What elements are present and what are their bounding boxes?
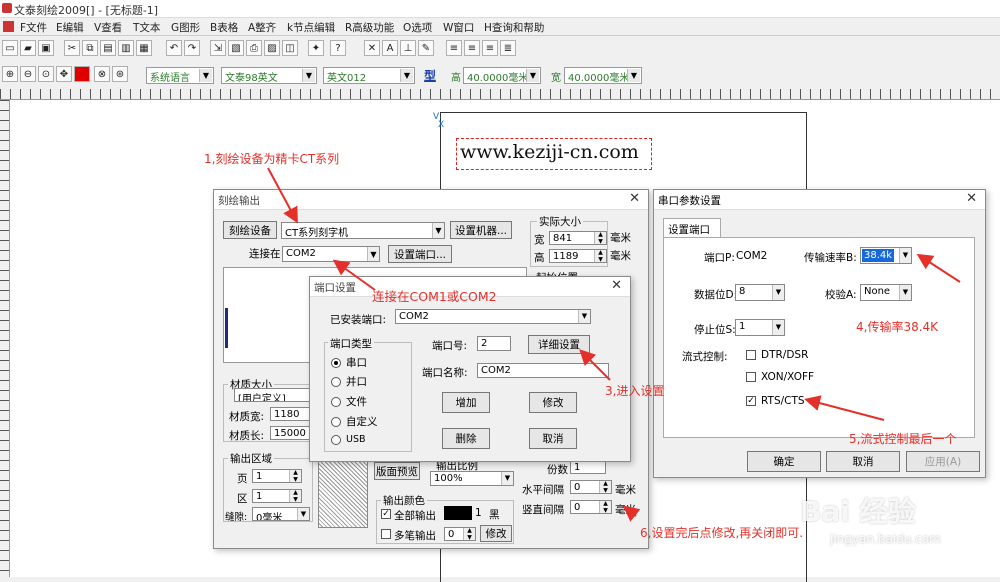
annotation-step-2: 连接在COM1或COM2 <box>372 289 497 304</box>
annotation-step-3: 3,进入设置 <box>605 384 665 398</box>
arrow-3 <box>579 349 611 381</box>
arrow-5 <box>804 395 885 421</box>
annotation-step-1: 1,刻绘设备为精卡CT系列 <box>204 152 340 166</box>
arrow-6 <box>622 505 641 522</box>
annotation-step-6: 6,设置完后点修改,再关闭即可. <box>640 526 804 540</box>
arrow-2 <box>332 259 376 291</box>
annotation-step-4: 4,传输率38.4K <box>856 320 939 334</box>
watermark-url: jingyan.baidu.com <box>830 532 941 546</box>
watermark-brand: Bai 经验 <box>800 495 916 528</box>
arrow-1 <box>267 167 298 224</box>
arrow-4 <box>916 253 961 283</box>
annotation-step-5: 5,流式控制最后一个 <box>849 432 957 446</box>
